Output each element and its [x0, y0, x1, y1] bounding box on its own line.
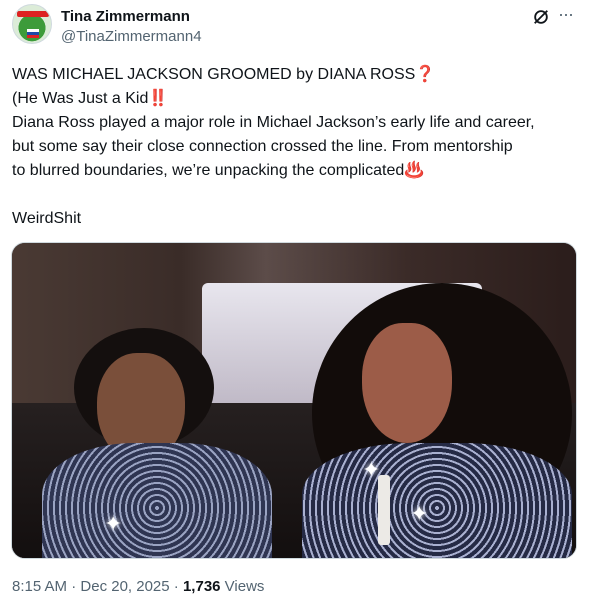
- tweet-hashtag-line: WeirdShit: [12, 210, 82, 227]
- avatar-flag: [27, 29, 39, 38]
- video-person-left-jacket: [42, 443, 272, 558]
- tweet-text: WAS MICHAEL JACKSON GROOMED by DIANA ROS…: [12, 63, 578, 231]
- video-person-right-face: [362, 323, 452, 443]
- tweet-line: to blurred boundaries, we’re unpacking t…: [12, 162, 425, 179]
- sparkle-icon: ✦: [104, 511, 123, 536]
- meta-separator: ·: [169, 578, 183, 595]
- tweet-line: but some say their close connection cros…: [12, 138, 513, 155]
- tweet-line: WAS MICHAEL JACKSON GROOMED by DIANA ROS…: [12, 66, 436, 83]
- sparkle-icon: ✦: [410, 501, 429, 526]
- views-label: Views: [220, 578, 265, 595]
- tweet-line: (He Was Just a Kid‼️: [12, 90, 169, 107]
- grok-icon[interactable]: [532, 8, 550, 26]
- tweet-line: Diana Ross played a major role in Michae…: [12, 114, 535, 131]
- views-count: 1,736: [182, 578, 221, 595]
- tweet-date[interactable]: Dec 20, 2025: [80, 578, 169, 595]
- author-handle[interactable]: @TinaZimmermann4: [61, 28, 202, 45]
- avatar-ribbon: [17, 11, 49, 17]
- tweet-time[interactable]: 8:15 AM: [12, 578, 67, 595]
- avatar[interactable]: [12, 4, 52, 44]
- video-person-right-jacket: [302, 443, 572, 558]
- tweet-video[interactable]: ✦ ✦ ✦: [11, 242, 577, 559]
- author-name[interactable]: Tina Zimmermann: [61, 8, 190, 25]
- meta-separator: ·: [67, 578, 81, 595]
- tweet-meta: 8:15 AM · Dec 20, 2025 · 1,736 Views: [12, 578, 264, 595]
- more-horizontal-icon[interactable]: ···: [558, 5, 574, 23]
- sparkle-icon: ✦: [362, 457, 381, 482]
- video-microphone: [378, 475, 390, 545]
